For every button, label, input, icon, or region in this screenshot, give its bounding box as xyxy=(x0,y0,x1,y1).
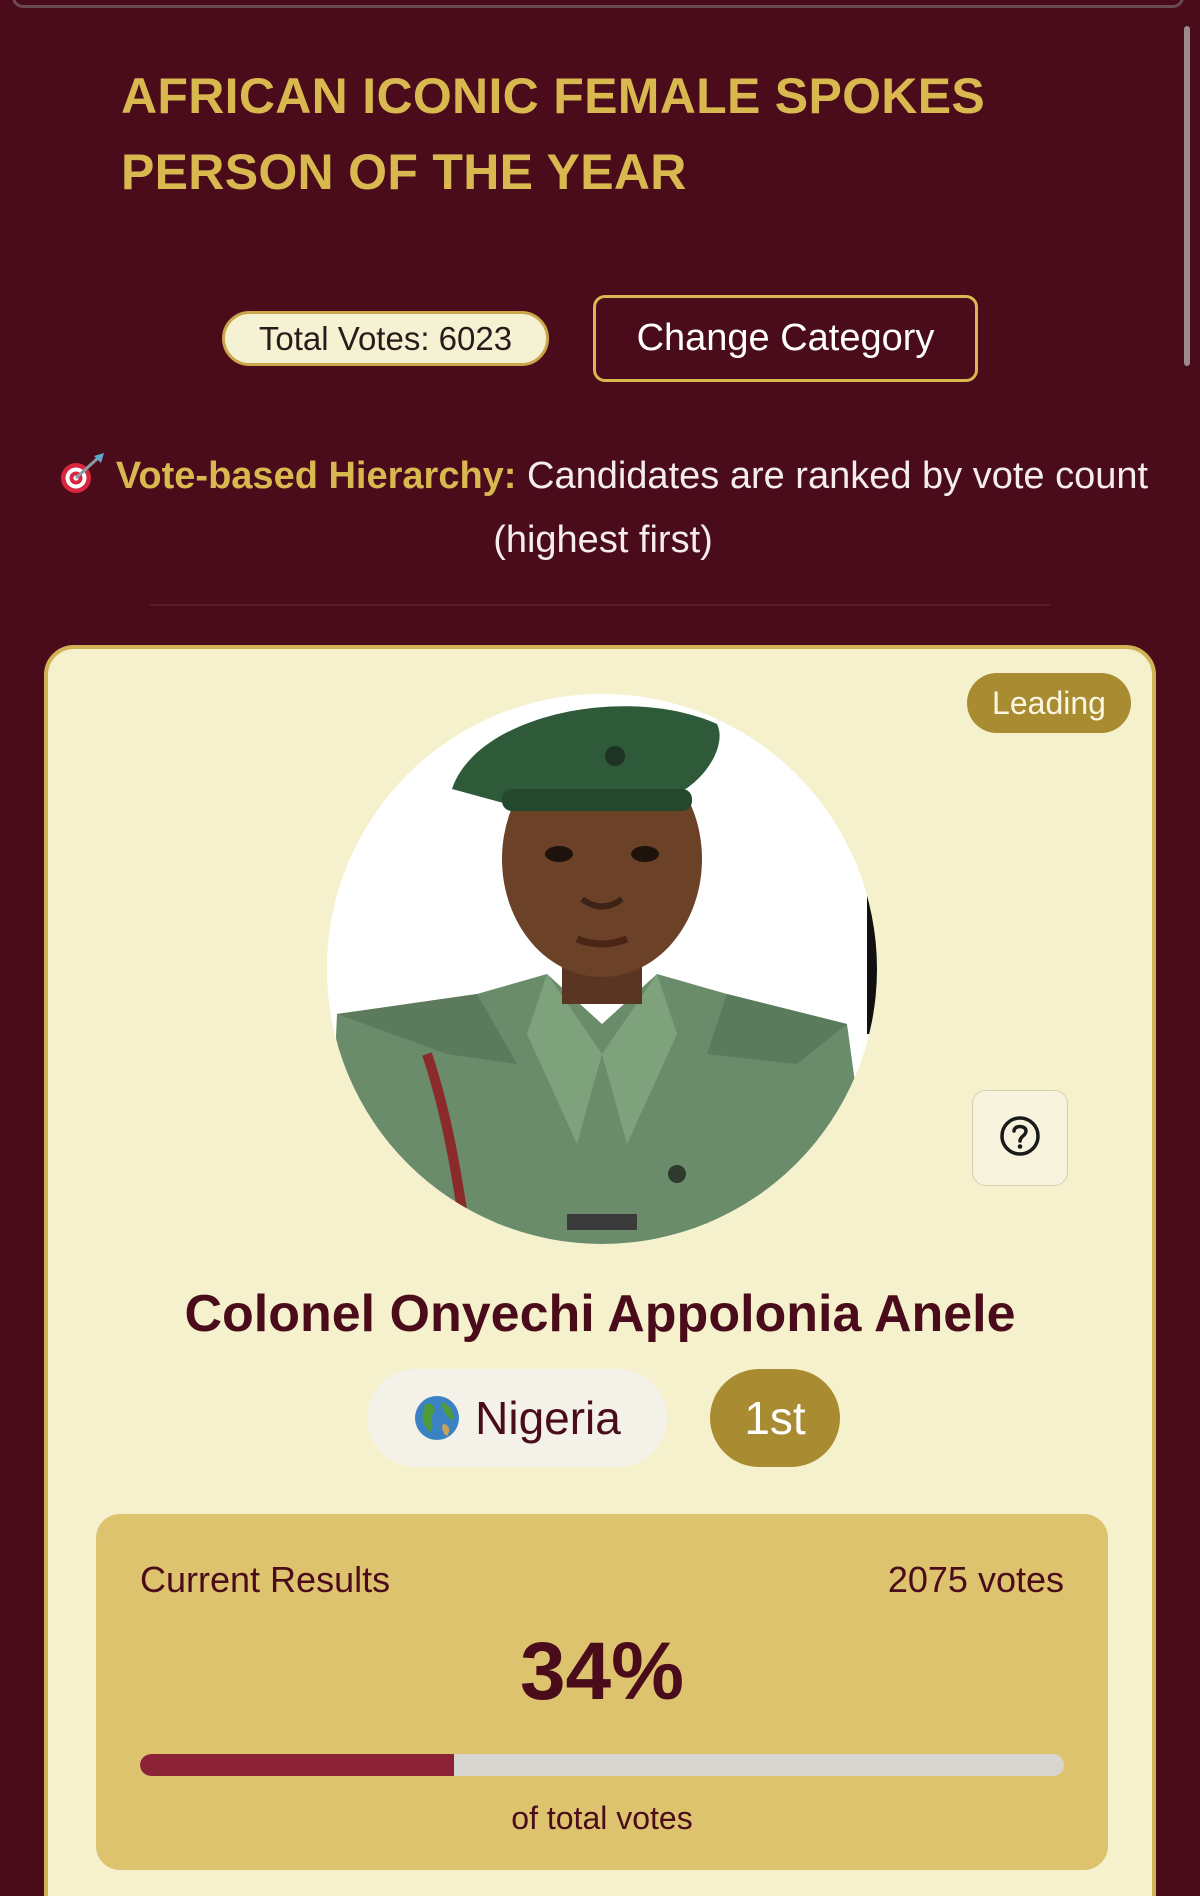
candidate-name: Colonel Onyechi Appolonia Anele xyxy=(184,1285,1016,1343)
vote-progress-fill xyxy=(140,1754,455,1776)
results-caption: of total votes xyxy=(511,1800,693,1836)
results-label: Current Results xyxy=(140,1559,391,1600)
hierarchy-label: Vote-based Hierarchy: xyxy=(115,455,517,497)
change-category-button[interactable]: Change Category xyxy=(593,295,978,382)
country-badge: Nigeria xyxy=(367,1369,667,1467)
candidate-card: Leading Colonel Onyechi Appolonia Anele … xyxy=(44,645,1156,1896)
top-frame xyxy=(12,0,1184,8)
candidate-photo xyxy=(327,694,877,1244)
results-percent: 34% xyxy=(519,1626,685,1717)
question-circle-icon xyxy=(998,1114,1042,1163)
divider xyxy=(150,604,1050,606)
hierarchy-text: Candidates are ranked by vote count (hig… xyxy=(493,455,1149,561)
rank-badge: 1st xyxy=(710,1369,840,1467)
status-badge: Leading xyxy=(967,673,1131,733)
hierarchy-note: Vote-based Hierarchy: Candidates are ran… xyxy=(28,448,1178,568)
scrollbar-thumb[interactable] xyxy=(1184,26,1190,366)
help-button[interactable] xyxy=(972,1090,1068,1186)
total-votes-badge: Total Votes: 6023 xyxy=(222,311,549,366)
results-vote-count: 2075 votes xyxy=(887,1559,1064,1600)
category-title: AFRICAN ICONIC FEMALE SPOKES PERSON OF T… xyxy=(121,68,985,200)
results-panel: Current Results 2075 votes 34% of total … xyxy=(96,1514,1108,1870)
globe-icon xyxy=(413,1377,461,1475)
country-name: Nigeria xyxy=(475,1392,621,1444)
voting-page: AFRICAN ICONIC FEMALE SPOKES PERSON OF T… xyxy=(0,0,1200,1896)
target-icon xyxy=(58,452,106,512)
vote-progress-bar xyxy=(140,1754,1064,1776)
